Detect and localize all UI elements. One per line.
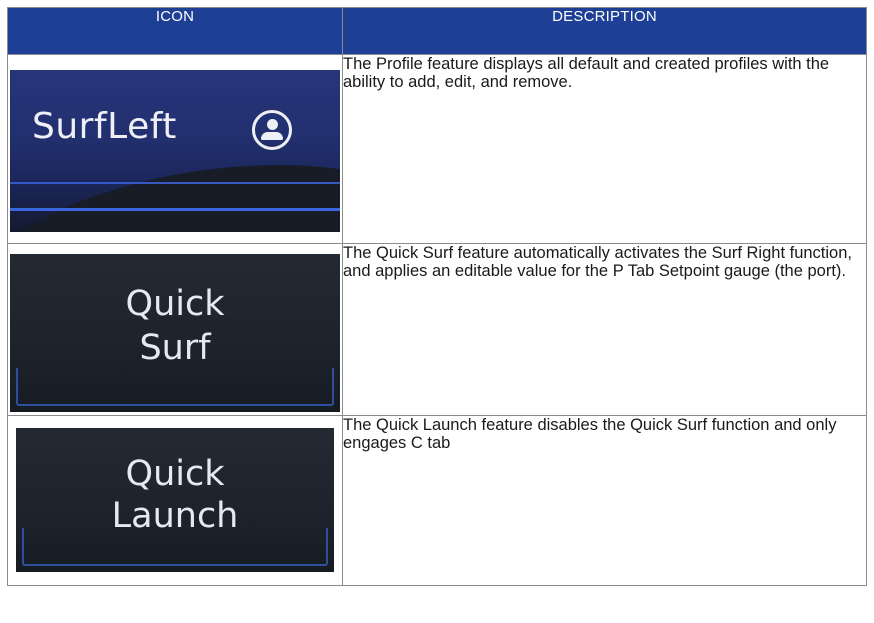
column-header-icon: ICON	[7, 7, 343, 55]
feature-table: ICON DESCRIPTION SurfLeft The Profile fe…	[7, 7, 867, 586]
quick-surf-label-line2: Surf	[139, 328, 211, 368]
description-cell: The Quick Surf feature automatically act…	[342, 243, 867, 416]
description-cell: The Profile feature displays all default…	[342, 54, 867, 244]
profile-name-label: SurfLeft	[32, 106, 177, 147]
surfleft-profile-tile: SurfLeft	[10, 70, 340, 232]
table-row: SurfLeft The Profile feature displays al…	[7, 54, 867, 244]
accent-line	[10, 208, 340, 211]
icon-cell: Quick Launch	[7, 415, 343, 586]
quick-surf-tile: Quick Surf	[10, 254, 340, 412]
quick-launch-tile: Quick Launch	[16, 428, 334, 572]
table-row: Quick Surf The Quick Surf feature automa…	[7, 243, 867, 416]
tile-frame	[16, 368, 334, 406]
description-cell: The Quick Launch feature disables the Qu…	[342, 415, 867, 586]
icon-cell: SurfLeft	[7, 54, 343, 244]
table-row: Quick Launch The Quick Launch feature di…	[7, 415, 867, 586]
accent-line	[10, 182, 340, 184]
table-header-row: ICON DESCRIPTION	[7, 7, 867, 55]
background-swoosh	[10, 137, 340, 232]
profile-icon	[252, 110, 292, 150]
quick-launch-label-line1: Quick	[125, 454, 225, 494]
icon-cell: Quick Surf	[7, 243, 343, 416]
column-header-description: DESCRIPTION	[342, 7, 867, 55]
quick-launch-label-line2: Launch	[111, 496, 239, 536]
quick-surf-label-line1: Quick	[125, 284, 225, 324]
